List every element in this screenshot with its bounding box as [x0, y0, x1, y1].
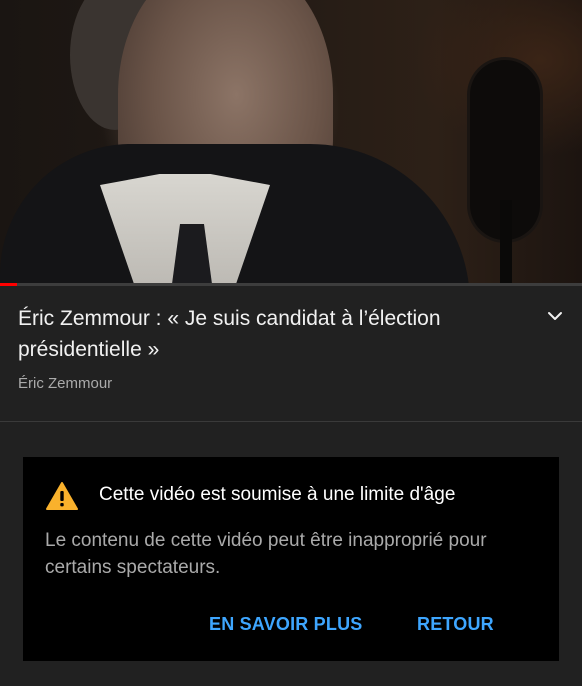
expand-description-button[interactable] [545, 306, 565, 326]
dialog-message: Le contenu de cette vidéo peut être inap… [45, 530, 487, 578]
video-frame-mic-stand [500, 200, 512, 284]
video-info: Éric Zemmour : « Je suis candidat à l’él… [18, 303, 538, 392]
back-button[interactable]: RETOUR [417, 614, 494, 635]
warning-icon [46, 482, 78, 510]
learn-more-button[interactable]: EN SAVOIR PLUS [209, 614, 363, 635]
section-divider [0, 421, 582, 422]
age-restriction-dialog: Cette vidéo est soumise à une limite d'â… [23, 457, 559, 661]
dialog-title: Cette vidéo est soumise à une limite d'â… [99, 484, 456, 505]
video-progress-bar[interactable] [0, 283, 582, 286]
video-progress-fill [0, 283, 18, 286]
video-player[interactable] [0, 0, 582, 284]
chevron-down-icon [548, 312, 562, 320]
video-title: Éric Zemmour : « Je suis candidat à l’él… [18, 307, 441, 361]
channel-name[interactable]: Éric Zemmour [18, 375, 538, 392]
